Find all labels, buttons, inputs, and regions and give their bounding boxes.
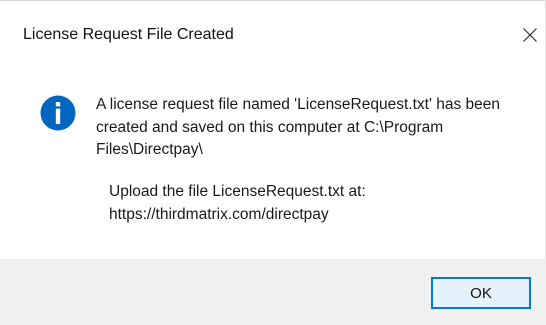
ok-button[interactable]: OK <box>431 277 531 309</box>
information-icon <box>40 95 76 131</box>
ok-button-label: OK <box>470 284 492 302</box>
upload-instruction-line: Upload the file LicenseRequest.txt at: <box>109 183 366 200</box>
close-icon <box>523 28 537 42</box>
dialog-titlebar: License Request File Created <box>0 1 546 65</box>
dialog-message: A license request file named 'LicenseReq… <box>96 96 500 158</box>
license-request-dialog: License Request File Created A license r… <box>0 0 546 325</box>
dialog-title: License Request File Created <box>23 26 234 43</box>
close-button[interactable] <box>516 21 544 49</box>
upload-url: https://thirdmatrix.com/directpay <box>109 205 329 223</box>
upload-instructions: Upload the file LicenseRequest.txt at: h… <box>109 181 529 226</box>
dialog-footer: OK <box>0 259 546 325</box>
